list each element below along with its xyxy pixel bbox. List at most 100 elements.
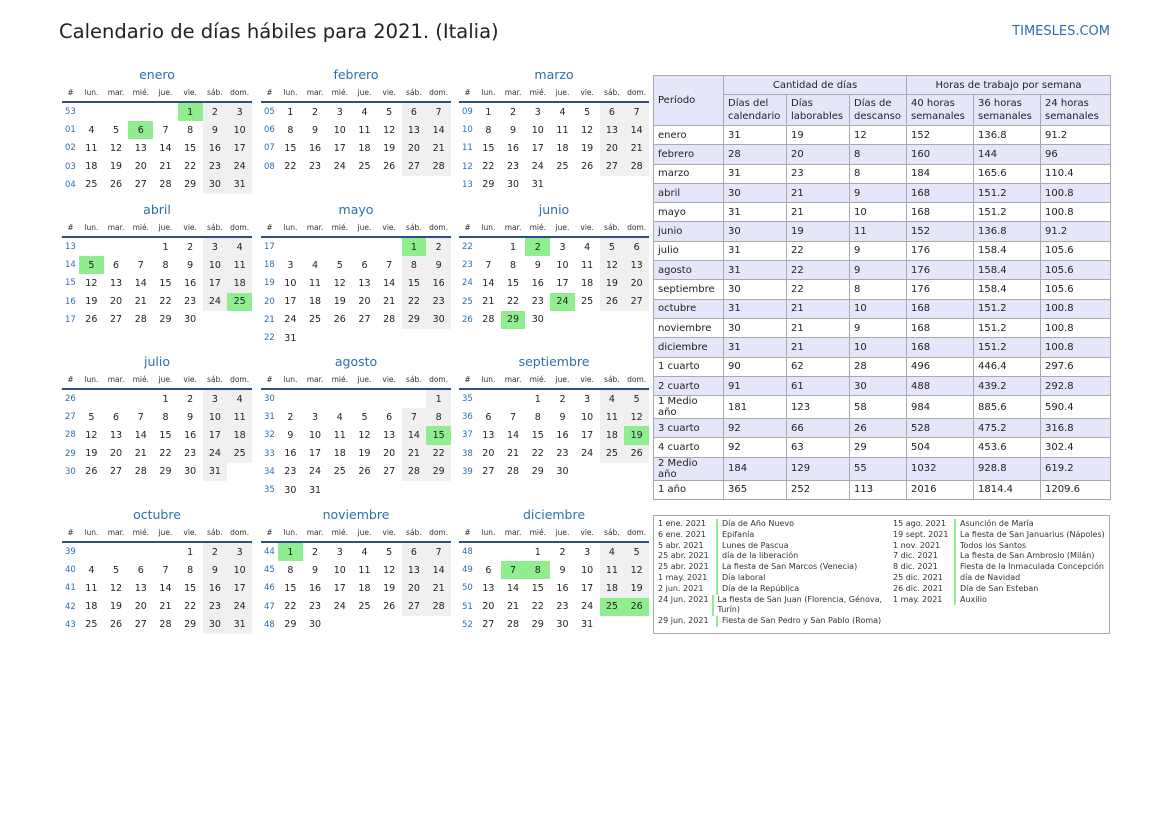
- day-cell: 4: [599, 542, 625, 562]
- day-cell: 1: [187, 546, 194, 558]
- value-cell: 302.4: [1040, 437, 1112, 458]
- day-cell: 11: [581, 259, 594, 271]
- day-cell: 10: [581, 564, 594, 576]
- day-cell: 18: [85, 161, 98, 173]
- value-cell: 136.8: [973, 124, 1042, 146]
- week-row: 02 11 12 13 14 15 16 17: [62, 139, 252, 158]
- day-cell: 19: [599, 274, 625, 293]
- week-row: 48 29 30: [261, 616, 451, 634]
- week-number: 17: [65, 314, 76, 325]
- period-cell: 2 Medio año: [653, 456, 724, 481]
- value-cell: 446.4: [973, 356, 1042, 377]
- day-cell: 31: [531, 179, 544, 191]
- day-cell: 13: [134, 582, 147, 594]
- day-cell: 16: [309, 142, 322, 154]
- period-cell: septiembre: [653, 279, 724, 300]
- day-cell: 1: [510, 241, 517, 253]
- day-cell: 14: [159, 582, 172, 594]
- day-cell: 17: [556, 277, 569, 289]
- day-cell: 26: [85, 466, 98, 478]
- day-cell: [377, 481, 402, 499]
- day-cell: 10: [309, 429, 322, 441]
- day-cell: 15: [184, 142, 197, 154]
- holiday-item: 1 may. 2021 Día laboral: [658, 572, 890, 584]
- week-number-header: #: [62, 523, 79, 543]
- week-number: 02: [65, 143, 76, 154]
- value-cell: 31: [723, 260, 787, 281]
- hours-24-header: 24 horas semanales: [1040, 94, 1112, 126]
- value-cell: 528: [906, 418, 975, 439]
- week-row: 35 30 31: [261, 481, 451, 499]
- week-row: 17 1 2: [261, 237, 451, 257]
- day-cell: 29: [531, 466, 544, 478]
- week-row: 06 8 9 10 11 12 13 14: [261, 121, 451, 140]
- day-cell: [402, 616, 427, 634]
- month-title: agosto: [334, 354, 378, 369]
- day-cell: 8: [187, 124, 194, 136]
- day-cell: 10: [202, 256, 228, 275]
- period-cell: julio: [653, 240, 724, 262]
- day-cell: 8: [510, 259, 517, 271]
- weekday-header: jue.: [352, 218, 377, 238]
- period-cell: febrero: [653, 144, 724, 165]
- week-number: 20: [264, 296, 275, 307]
- holiday-item: 25 abr. 2021 La fiesta de San Marcos (Ven…: [658, 562, 890, 573]
- day-cell: 26: [599, 292, 625, 311]
- day-cell: 9: [559, 564, 566, 576]
- value-cell: 28: [723, 144, 787, 165]
- day-cell: 28: [401, 462, 427, 481]
- value-cell: 31: [723, 298, 787, 319]
- weekday-header: vie.: [574, 83, 600, 103]
- day-cell: 30: [556, 466, 569, 478]
- summary-row: 2 Medio año 184 129 55 1032 928.8 619.2: [653, 456, 1112, 481]
- summary-row: diciembre 31 21 10 168 151.2 100.8: [653, 337, 1112, 358]
- day-cell: 27: [134, 179, 147, 191]
- week-row: 01 4 5 6 7 8 9 10: [62, 121, 252, 140]
- value-cell: 20: [786, 144, 850, 165]
- weekday-header: lun.: [79, 523, 104, 543]
- day-cell: 21: [401, 444, 427, 463]
- day-cell: 26: [624, 444, 649, 463]
- day-cell: 3: [227, 102, 252, 122]
- day-cell: [128, 542, 153, 561]
- value-cell: 176: [906, 240, 975, 262]
- day-cell: 29: [184, 179, 197, 191]
- week-number: 24: [462, 278, 473, 289]
- day-cell: 17: [227, 139, 252, 158]
- week-number: 16: [65, 296, 76, 307]
- day-cell: 20: [624, 274, 649, 293]
- week-row: 38 20 21 22 23 24 25 26: [459, 444, 649, 463]
- week-row: 42 18 19 20 21 22 23 24: [62, 597, 252, 616]
- day-cell: 17: [581, 582, 594, 594]
- week-number: 12: [462, 161, 473, 172]
- holiday-item: 1 ene. 2021 Día de Año Nuevo: [658, 519, 890, 530]
- day-cell: 16: [184, 277, 197, 289]
- day-cell: 8: [162, 411, 169, 423]
- weekday-header: mar.: [103, 83, 129, 103]
- week-row: 25 21 22 23 24 25 26 27: [459, 292, 649, 311]
- day-cell: 21: [134, 448, 147, 460]
- value-cell: 158.4: [973, 240, 1042, 262]
- day-cell: 10: [202, 408, 228, 427]
- day-cell: 12: [624, 561, 649, 580]
- weekday-header: vie.: [376, 218, 402, 238]
- week-row: 50 13 14 15 16 17 18 19: [459, 579, 649, 598]
- week-number: 09: [462, 107, 473, 118]
- day-cell: 22: [401, 292, 427, 311]
- day-cell: 2: [202, 102, 228, 122]
- day-cell: 1: [426, 389, 451, 409]
- weekday-header: sáb.: [401, 370, 427, 390]
- week-number: 37: [462, 430, 473, 441]
- day-cell: [352, 481, 377, 499]
- value-cell: 30: [848, 375, 908, 397]
- site-link[interactable]: TIMESLES.COM: [1012, 24, 1110, 39]
- value-cell: 105.6: [1040, 240, 1112, 262]
- day-cell: 28: [624, 157, 649, 176]
- day-cell: 30: [556, 619, 569, 631]
- week-number: 35: [264, 485, 275, 496]
- weekday-header: jue.: [153, 523, 178, 543]
- week-row: 36 6 7 8 9 10 11 12: [459, 408, 649, 427]
- value-cell: 92: [723, 418, 787, 439]
- day-cell: 10: [556, 259, 569, 271]
- week-row: 46 15 16 17 18 19 20 21: [261, 579, 451, 598]
